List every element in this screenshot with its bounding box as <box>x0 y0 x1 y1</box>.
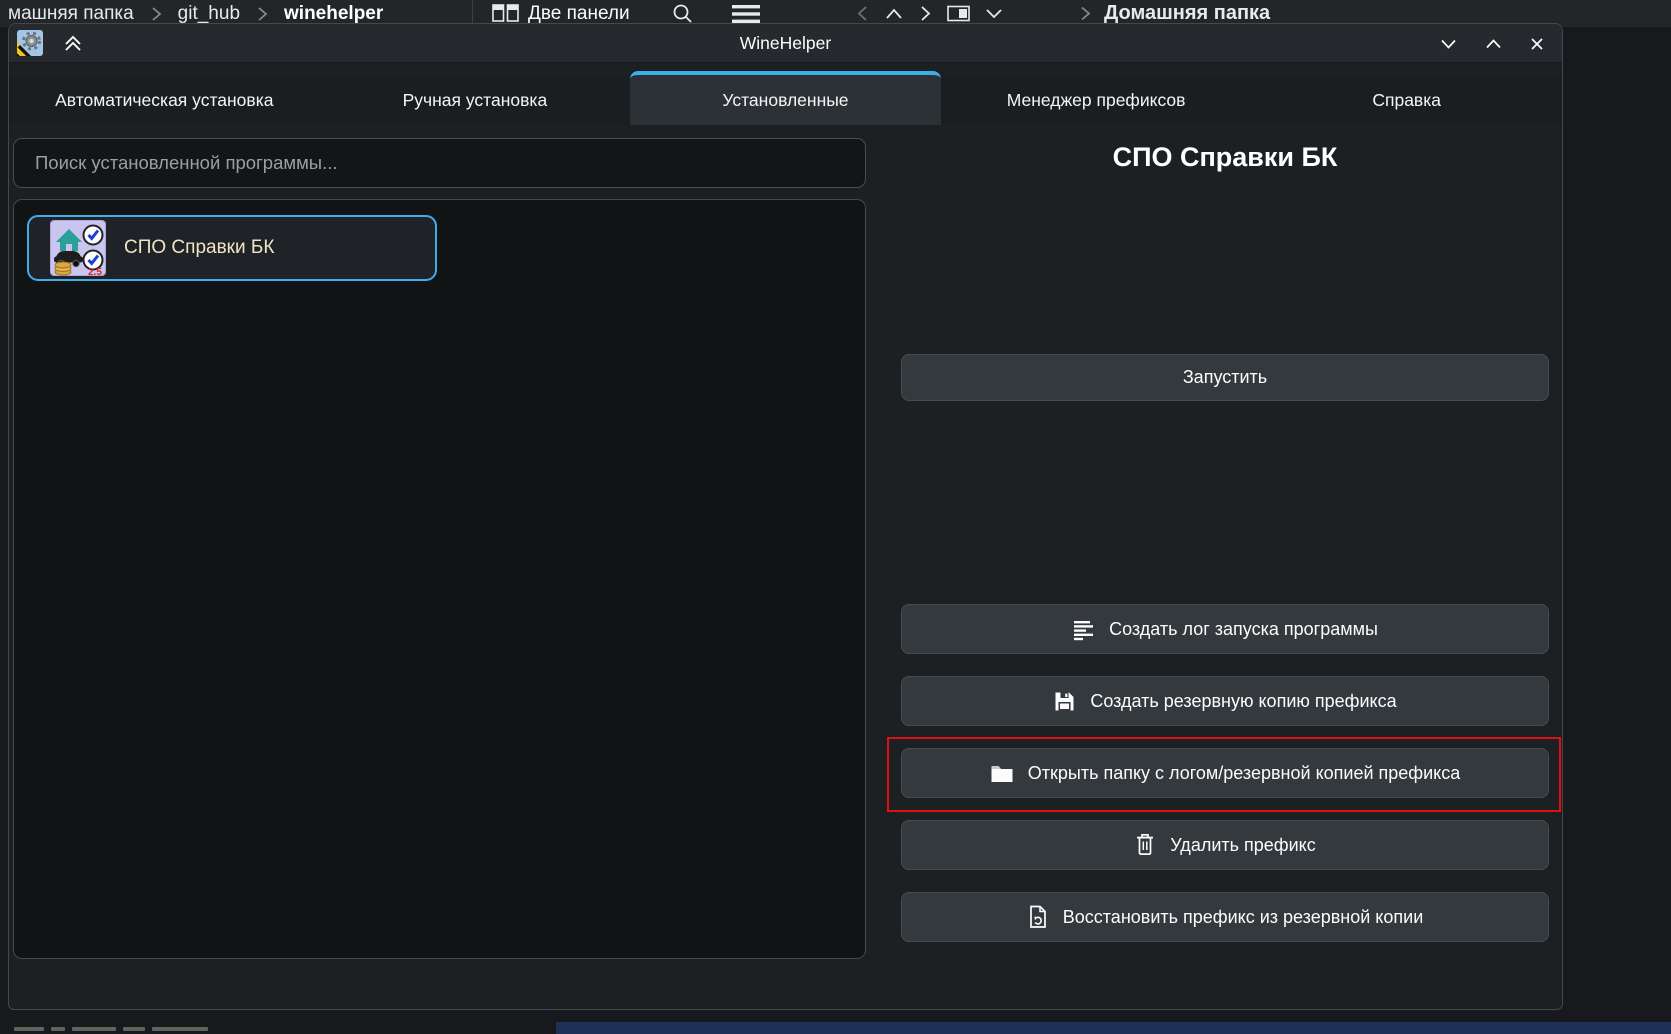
button-label: Удалить префикс <box>1170 835 1315 856</box>
create-backup-button[interactable]: Создать резервную копию префикса <box>901 676 1549 726</box>
tab-label: Установленные <box>722 90 848 111</box>
tab-label: Менеджер префиксов <box>1007 90 1186 111</box>
program-icon: 2.5 <box>50 220 106 276</box>
create-log-button[interactable]: Создать лог запуска программы <box>901 604 1549 654</box>
breadcrumb-home[interactable]: машняя папка <box>8 3 134 25</box>
second-pane-location[interactable]: Домашняя папка <box>1104 2 1270 25</box>
tab-bar: Автоматическая установка Ручная установк… <box>9 64 1562 125</box>
save-floppy-icon <box>1053 690 1076 713</box>
maximize-button[interactable] <box>1485 38 1502 50</box>
split-view-icon[interactable] <box>947 5 971 23</box>
dual-pane-label: Две панели <box>528 3 630 25</box>
tab-label: Автоматическая установка <box>55 90 273 111</box>
run-button[interactable]: Запустить <box>901 354 1549 401</box>
chevron-right-icon <box>149 6 163 22</box>
tab-label: Справка <box>1372 90 1441 111</box>
search-input[interactable] <box>14 139 865 187</box>
hamburger-menu-icon[interactable] <box>731 4 761 24</box>
installed-search-box <box>13 138 866 188</box>
tab-prefix-manager[interactable]: Менеджер префиксов <box>941 76 1252 125</box>
program-name: СПО Справки БК <box>124 237 274 259</box>
restore-document-icon <box>1027 905 1049 929</box>
illegible-text-fragment <box>14 1027 208 1031</box>
delete-prefix-button[interactable]: Удалить префикс <box>901 820 1549 870</box>
tab-label: Ручная установка <box>403 90 548 111</box>
up-icon[interactable] <box>885 7 903 21</box>
tab-installed[interactable]: Установленные <box>630 71 941 125</box>
button-label: Восстановить префикс из резервной копии <box>1063 907 1424 928</box>
program-icon-badge: 2.5 <box>88 267 102 276</box>
back-icon[interactable] <box>855 5 871 22</box>
run-button-label: Запустить <box>1183 367 1267 388</box>
window-controls <box>1440 24 1544 63</box>
installed-programs-list: 2.5 СПО Справки БК <box>13 199 866 959</box>
chevron-down-icon[interactable] <box>985 7 1003 20</box>
folder-icon <box>990 762 1014 784</box>
split-panels-icon <box>492 3 519 24</box>
tab-manual-install[interactable]: Ручная установка <box>320 76 631 125</box>
button-label: Создать лог запуска программы <box>1109 619 1378 640</box>
tab-auto-install[interactable]: Автоматическая установка <box>9 76 320 125</box>
breadcrumb-git-hub[interactable]: git_hub <box>178 3 240 25</box>
restore-prefix-button[interactable]: Восстановить префикс из резервной копии <box>901 892 1549 942</box>
log-lines-icon <box>1072 618 1095 641</box>
window-title: WineHelper <box>9 24 1562 63</box>
chevron-right-icon <box>255 6 269 22</box>
forward-icon[interactable] <box>917 5 933 22</box>
chevron-right-icon <box>1078 5 1092 22</box>
selected-program-title: СПО Справки БК <box>901 142 1549 173</box>
search-icon[interactable] <box>672 3 694 25</box>
close-button[interactable] <box>1530 37 1544 51</box>
open-folder-button[interactable]: Открыть папку с логом/резервной копией п… <box>901 748 1549 798</box>
tab-help[interactable]: Справка <box>1251 76 1562 125</box>
breadcrumb-current[interactable]: winehelper <box>284 3 383 25</box>
trash-icon <box>1134 833 1156 857</box>
button-label: Открыть папку с логом/резервной копией п… <box>1028 763 1461 784</box>
screen: машняя папка git_hub winehelper Две пане… <box>0 0 1671 1034</box>
titlebar[interactable]: WineHelper <box>9 24 1562 63</box>
button-label: Создать резервную копию префикса <box>1090 691 1396 712</box>
list-item-selected-program[interactable]: 2.5 СПО Справки БК <box>27 215 437 281</box>
winehelper-window: WineHelper Автоматическая установка Ручн… <box>8 23 1563 1010</box>
minimize-button[interactable] <box>1440 38 1457 50</box>
background-window-edge <box>556 1022 1671 1034</box>
